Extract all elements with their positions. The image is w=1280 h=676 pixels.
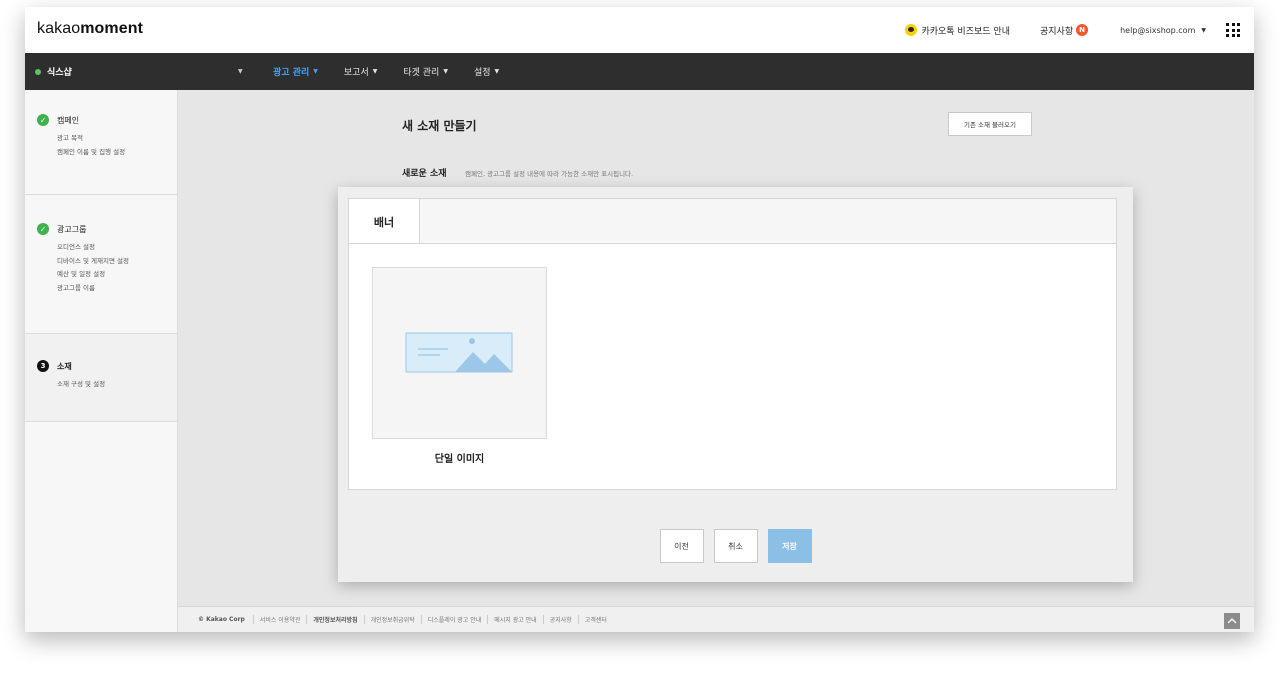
footer-link-privacy[interactable]: 개인정보처리방침 bbox=[306, 615, 363, 624]
single-image-label: 단일 이미지 bbox=[434, 454, 485, 465]
nav-item-label: 보고서 bbox=[343, 68, 369, 78]
top-right-links: 카카오톡 비즈보드 안내 공지사항 N help@sixshop.com ▼ bbox=[875, 7, 1240, 53]
top-header: kakaomoment 카카오톡 비즈보드 안내 공지사항 N help@six… bbox=[25, 7, 1254, 53]
step-header[interactable]: 3 소재 bbox=[37, 334, 177, 372]
substep-list: 오디언스 설정 디바이스 및 게재지면 설정 예산 및 일정 설정 광고그룹 이… bbox=[57, 241, 177, 295]
step-creative: 3 소재 소재 구성 및 설정 bbox=[25, 334, 177, 422]
tab-banner[interactable]: 배너 bbox=[349, 199, 420, 245]
bizboard-link[interactable]: 카카오톡 비즈보드 안내 bbox=[905, 24, 1010, 37]
substep-item[interactable]: 광고 목적 bbox=[57, 132, 177, 146]
nav-item-label: 타겟 관리 bbox=[403, 68, 440, 78]
footer-link-support[interactable]: 고객센터 bbox=[577, 615, 613, 624]
main-nav: 식스샵 ▼ 광고 관리 ▼ 보고서 ▼ 타겟 관리 ▼ 설정 ▼ bbox=[25, 53, 1254, 90]
substep-item[interactable]: 디바이스 및 게재지면 설정 bbox=[57, 255, 177, 269]
apps-grid-icon[interactable] bbox=[1226, 23, 1240, 37]
chevron-down-icon: ▼ bbox=[443, 68, 448, 75]
tab-panel: 단일 이미지 bbox=[348, 243, 1117, 490]
check-circle-icon: ✓ bbox=[37, 223, 49, 235]
substep-list: 소재 구성 및 설정 bbox=[57, 378, 177, 392]
nav-item-label: 설정 bbox=[473, 68, 491, 78]
bizboard-label: 카카오톡 비즈보드 안내 bbox=[921, 26, 1010, 37]
logo-bold-text: moment bbox=[80, 20, 144, 37]
step-adgroup: ✓ 광고그룹 오디언스 설정 디바이스 및 게재지면 설정 예산 및 일정 설정… bbox=[25, 195, 177, 334]
chevron-up-icon bbox=[1227, 618, 1237, 624]
footer-link-display-ads[interactable]: 디스플레이 광고 안내 bbox=[420, 615, 488, 624]
footer-link-privacy-outsourcing[interactable]: 개인정보취급위탁 bbox=[363, 615, 421, 624]
logo-light-text: kakao bbox=[37, 20, 81, 37]
footer-link-notice[interactable]: 공지사항 bbox=[542, 615, 578, 624]
account-selector[interactable]: 식스샵 bbox=[35, 53, 72, 90]
step-sidebar: ✓ 캠페인 광고 목적 캠페인 이름 및 집행 설정 ✓ 광고그룹 오디언스 설… bbox=[25, 90, 178, 632]
copyright: © Kakao Corp bbox=[198, 616, 245, 623]
footer-link-message-ads[interactable]: 메시지 광고 안내 bbox=[487, 615, 542, 624]
step-header[interactable]: ✓ 캠페인 bbox=[37, 90, 177, 126]
footer-link-terms[interactable]: 서비스 이용약관 bbox=[252, 615, 307, 624]
substep-item[interactable]: 광고그룹 이름 bbox=[57, 282, 177, 296]
kakaotalk-icon bbox=[905, 24, 918, 36]
load-existing-creative-button[interactable]: 기존 소재 불러오기 bbox=[948, 112, 1032, 136]
save-button[interactable]: 저장 bbox=[767, 529, 812, 563]
step-campaign: ✓ 캠페인 광고 목적 캠페인 이름 및 집행 설정 bbox=[25, 90, 177, 195]
tab-bar: 배너 bbox=[348, 198, 1117, 245]
section-label: 새로운 소재 bbox=[402, 169, 447, 179]
user-menu[interactable]: help@sixshop.com ▼ bbox=[1120, 26, 1206, 35]
chevron-down-icon: ▼ bbox=[313, 68, 318, 75]
modal-actions: 이전 취소 저장 bbox=[338, 529, 1133, 563]
substep-list: 광고 목적 캠페인 이름 및 집행 설정 bbox=[57, 132, 177, 159]
scroll-top-button[interactable] bbox=[1224, 613, 1240, 629]
notice-label: 공지사항 bbox=[1039, 26, 1074, 37]
cancel-button[interactable]: 취소 bbox=[713, 529, 758, 563]
status-dot-icon bbox=[35, 68, 41, 75]
single-image-card[interactable] bbox=[372, 267, 547, 439]
step-title: 캠페인 bbox=[57, 115, 80, 125]
nav-menu: 광고 관리 ▼ 보고서 ▼ 타겟 관리 ▼ 설정 ▼ bbox=[273, 53, 525, 90]
nav-item-label: 광고 관리 bbox=[273, 68, 310, 78]
image-placeholder-icon bbox=[405, 332, 513, 373]
kakaomoment-logo[interactable]: kakaomoment bbox=[37, 20, 143, 38]
nav-item-reports[interactable]: 보고서 ▼ bbox=[344, 65, 377, 78]
nav-item-ad-management[interactable]: 광고 관리 ▼ bbox=[273, 65, 318, 78]
account-name: 식스샵 bbox=[47, 68, 72, 78]
step-header[interactable]: ✓ 광고그룹 bbox=[37, 195, 177, 235]
section-description: 캠페인, 광고그룹 설정 내용에 따라 가능한 소재만 표시됩니다. bbox=[465, 170, 634, 178]
substep-item[interactable]: 예산 및 일정 설정 bbox=[57, 268, 177, 282]
user-email: help@sixshop.com bbox=[1120, 25, 1196, 35]
nav-item-target-management[interactable]: 타겟 관리 ▼ bbox=[403, 65, 448, 78]
step-number-icon: 3 bbox=[37, 360, 49, 372]
chevron-down-icon: ▼ bbox=[1201, 26, 1206, 34]
page-title: 새 소재 만들기 bbox=[402, 119, 477, 133]
chevron-down-icon: ▼ bbox=[494, 68, 500, 75]
page-footer: © Kakao Corp 서비스 이용약관 개인정보처리방침 개인정보취급위탁 … bbox=[178, 606, 1254, 632]
account-chevron-down-icon[interactable]: ▼ bbox=[238, 68, 243, 75]
substep-item[interactable]: 캠페인 이름 및 집행 설정 bbox=[57, 146, 177, 160]
new-badge: N bbox=[1076, 24, 1089, 36]
check-circle-icon: ✓ bbox=[37, 114, 49, 126]
app-window: kakaomoment 카카오톡 비즈보드 안내 공지사항 N help@six… bbox=[25, 7, 1254, 632]
prev-button[interactable]: 이전 bbox=[659, 529, 704, 563]
nav-item-settings[interactable]: 설정 ▼ bbox=[474, 65, 499, 78]
substep-item[interactable]: 오디언스 설정 bbox=[57, 241, 177, 255]
step-title: 소재 bbox=[57, 361, 72, 371]
creative-type-modal: 배너 단일 이미지 이전 취소 저장 bbox=[338, 187, 1133, 582]
substep-item[interactable]: 소재 구성 및 설정 bbox=[57, 378, 177, 392]
chevron-down-icon: ▼ bbox=[372, 68, 378, 75]
step-title: 광고그룹 bbox=[57, 224, 87, 234]
main-content: 새 소재 만들기 기존 소재 불러오기 새로운 소재 캠페인, 광고그룹 설정 … bbox=[178, 90, 1254, 606]
notice-link[interactable]: 공지사항 N bbox=[1039, 24, 1089, 37]
